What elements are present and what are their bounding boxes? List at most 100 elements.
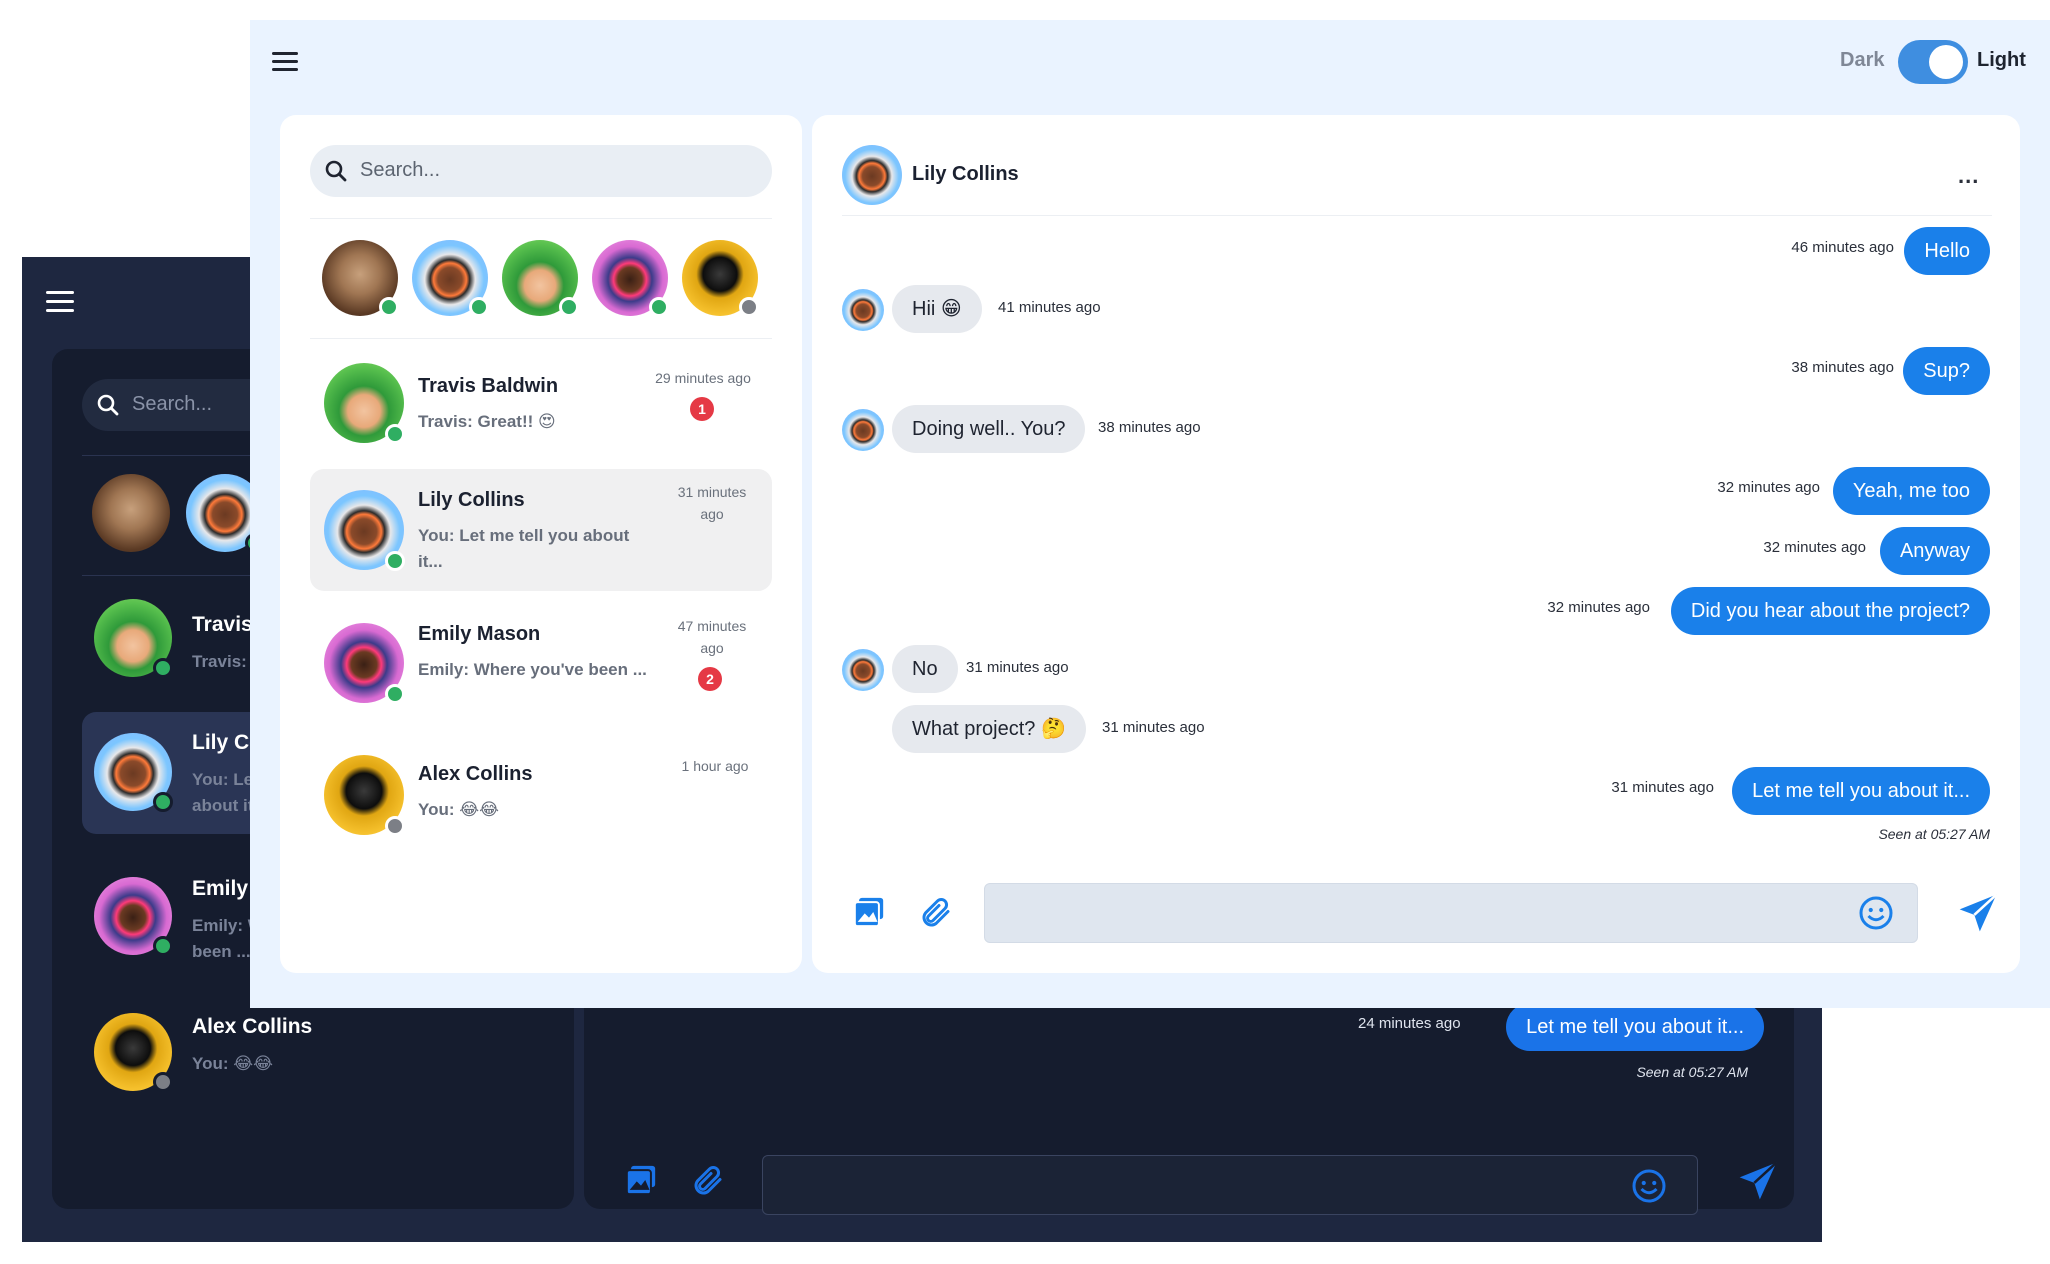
online-status-dot	[153, 792, 173, 812]
avatar[interactable]	[502, 240, 579, 317]
outgoing-message-bubble: Sup?	[1903, 347, 1990, 395]
conversation-preview: Travis: Great!! 😍	[418, 412, 556, 431]
avatar[interactable]	[92, 474, 170, 552]
emoji-icon[interactable]	[1631, 1168, 1667, 1204]
search-placeholder: Search...	[360, 159, 441, 181]
conversation-name[interactable]: Alex Collins	[418, 763, 532, 786]
message-time: 31 minutes ago	[1102, 719, 1205, 736]
avatar[interactable]	[94, 599, 173, 678]
conversation-name[interactable]: Travis Baldwin	[418, 375, 558, 398]
message-time: 24 minutes ago	[1358, 1015, 1461, 1032]
theme-toggle[interactable]	[1898, 40, 1968, 84]
image-icon[interactable]	[624, 1163, 658, 1197]
message-time: 32 minutes ago	[1547, 599, 1650, 616]
search-icon	[97, 394, 119, 416]
conversation-name[interactable]: Lily Collins	[418, 489, 525, 512]
online-status-dot	[379, 297, 399, 317]
avatar[interactable]	[592, 240, 669, 317]
avatar[interactable]	[682, 240, 759, 317]
search-input[interactable]: Search...	[310, 145, 772, 197]
menu-icon[interactable]	[46, 291, 74, 313]
avatar[interactable]	[324, 490, 405, 571]
conversation-name[interactable]: Emily Mason	[418, 623, 540, 646]
message-time: 41 minutes ago	[998, 299, 1101, 316]
more-icon[interactable]: ...	[1958, 163, 1979, 189]
outgoing-message-bubble: Hello	[1904, 227, 1990, 275]
online-status-dot	[153, 658, 173, 678]
incoming-message-bubble: What project? 🤔	[892, 705, 1086, 753]
avatar[interactable]	[412, 240, 489, 317]
sender-avatar	[842, 409, 884, 451]
incoming-message-bubble: Doing well.. You?	[892, 405, 1086, 453]
conversation-time: 31 minutes ago	[677, 484, 747, 522]
chat-panel: Lily Collins ... 46 minutes ago Hello Hi…	[812, 115, 2020, 973]
avatar[interactable]	[94, 877, 173, 956]
online-status-dot	[649, 297, 669, 317]
dark-search-placeholder: Search...	[132, 393, 213, 415]
menu-icon[interactable]	[272, 52, 298, 72]
light-mode-label: Light	[1977, 49, 2026, 71]
message-time: 32 minutes ago	[1763, 539, 1866, 556]
send-icon[interactable]	[1956, 891, 2000, 935]
outgoing-message-bubble: Let me tell you about it...	[1732, 767, 1990, 815]
message-time: 38 minutes ago	[1791, 359, 1894, 376]
divider	[310, 218, 772, 219]
image-icon[interactable]	[852, 895, 886, 929]
unread-badge: 2	[698, 667, 722, 691]
avatar[interactable]	[94, 1013, 173, 1092]
conversation-panel: Search... Travis Baldwin Travis: Great!!…	[280, 115, 802, 973]
seen-indicator: Seen at 05:27 AM	[1878, 826, 1990, 842]
online-status-dot	[385, 684, 405, 704]
message-time: 32 minutes ago	[1717, 479, 1820, 496]
online-status-dot	[385, 424, 405, 444]
offline-status-dot	[385, 816, 405, 836]
contact-avatar[interactable]	[842, 145, 902, 205]
incoming-message-bubble: Hii 😁	[892, 285, 982, 333]
dark-mode-label: Dark	[1840, 49, 1885, 71]
search-icon	[325, 160, 347, 182]
toggle-knob	[1929, 45, 1963, 79]
outgoing-message-bubble: Let me tell you about it...	[1506, 1003, 1764, 1051]
conversation-time: 29 minutes ago	[655, 370, 751, 386]
online-status-dot	[385, 551, 405, 571]
send-icon[interactable]	[1736, 1159, 1780, 1203]
contact-name: Lily Collins	[912, 163, 1019, 185]
paperclip-icon[interactable]	[690, 1163, 726, 1199]
conversation-name[interactable]: Alex Collins	[192, 1015, 312, 1039]
outgoing-message-bubble: Yeah, me too	[1832, 467, 1990, 515]
conversation-preview: You: 😂😂	[192, 1054, 273, 1073]
seen-indicator: Seen at 05:27 AM	[1636, 1064, 1748, 1080]
emoji-icon[interactable]	[1858, 895, 1894, 931]
offline-status-dot	[739, 297, 759, 317]
outgoing-message-bubble: Did you hear about the project?	[1670, 587, 1990, 635]
online-status-dot	[153, 936, 173, 956]
conversation-preview: You: 😂😂	[418, 800, 499, 819]
message-time: 31 minutes ago	[966, 659, 1069, 676]
online-status-dot	[559, 297, 579, 317]
sender-avatar	[842, 649, 884, 691]
avatar[interactable]	[324, 363, 405, 444]
light-theme-window: Dark Light Search... Travis Baldwin Trav…	[250, 20, 2050, 1008]
paperclip-icon[interactable]	[918, 895, 954, 931]
avatar[interactable]	[324, 623, 405, 704]
conversation-preview: You: Let me tell you about it...	[418, 526, 630, 571]
divider	[310, 338, 772, 339]
offline-status-dot	[153, 1072, 173, 1092]
message-time: 46 minutes ago	[1791, 239, 1894, 256]
message-time: 38 minutes ago	[1098, 419, 1201, 436]
outgoing-message-bubble: Anyway	[1879, 527, 1990, 575]
conversation-preview: Emily: Where you've been ...	[418, 660, 647, 679]
dark-message-input[interactable]	[762, 1155, 1698, 1215]
avatar[interactable]	[322, 240, 399, 317]
message-input[interactable]	[984, 883, 1918, 943]
divider	[842, 215, 1992, 216]
sender-avatar	[842, 289, 884, 331]
message-time: 31 minutes ago	[1611, 779, 1714, 796]
online-status-dot	[469, 297, 489, 317]
conversation-time: 1 hour ago	[681, 758, 749, 774]
unread-badge: 1	[690, 397, 714, 421]
avatar[interactable]	[324, 755, 405, 836]
conversation-time: 47 minutes ago	[677, 618, 747, 656]
avatar[interactable]	[94, 733, 173, 812]
incoming-message-bubble: No	[892, 645, 958, 693]
